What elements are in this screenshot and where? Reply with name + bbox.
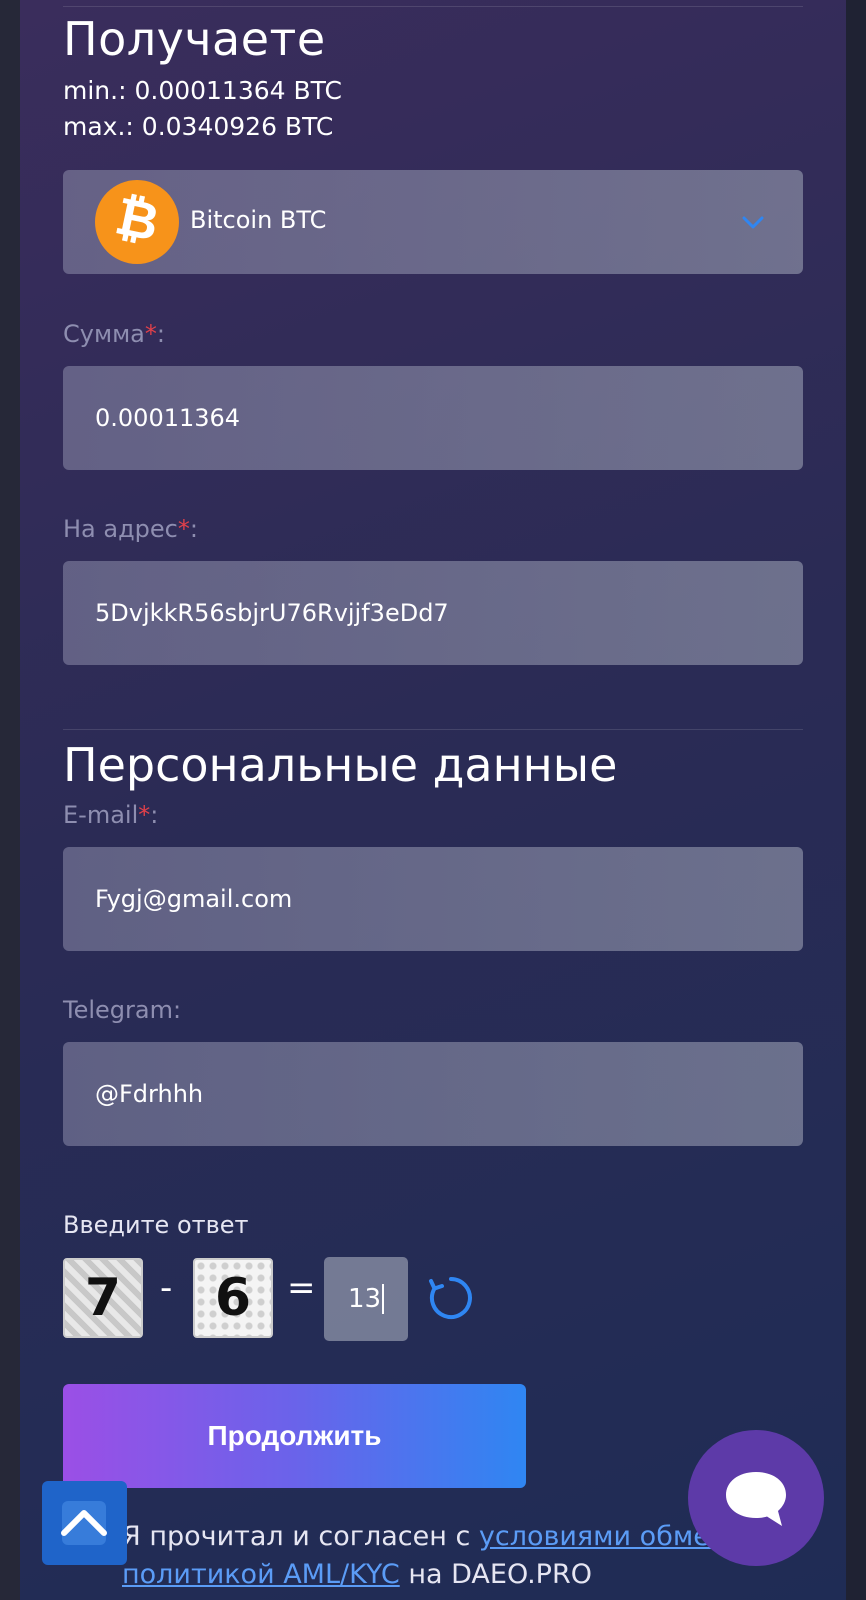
left-gutter — [0, 0, 20, 1600]
continue-button[interactable]: Продолжить — [63, 1384, 526, 1488]
telegram-label: Telegram: — [63, 996, 182, 1024]
coin-select[interactable]: ₿ Bitcoin BTC — [63, 170, 803, 274]
chat-bubble-icon — [726, 1472, 786, 1526]
personal-data-heading: Персональные данные — [63, 738, 618, 792]
captcha-answer-value: 13 — [347, 1284, 382, 1314]
captcha-label: Введите ответ — [63, 1211, 249, 1239]
agreement-text: Я прочитал и согласен с условиями обмена… — [122, 1521, 745, 1590]
coin-name: Bitcoin BTC — [190, 206, 327, 234]
top-divider — [63, 6, 803, 7]
text-caret — [382, 1284, 385, 1314]
bitcoin-icon: ₿ — [95, 180, 179, 264]
email-input[interactable]: Fygj@gmail.com — [63, 847, 803, 951]
telegram-value: @Fdrhhh — [95, 1080, 204, 1108]
max-limit: max.: 0.0340926 BTC — [63, 112, 334, 141]
email-value: Fygj@gmail.com — [95, 885, 293, 913]
min-limit: min.: 0.00011364 BTC — [63, 76, 342, 105]
address-input[interactable]: 5DvjkkR56sbjrU76Rvjjf3eDd7 — [63, 561, 803, 665]
amount-value: 0.00011364 — [95, 404, 241, 432]
captcha-operand-a: 7 — [63, 1258, 143, 1338]
address-label: На адрес*: — [63, 515, 198, 543]
captcha-answer-input[interactable]: 13 — [324, 1257, 408, 1341]
receive-heading: Получаете — [63, 12, 326, 66]
chevron-down-icon — [742, 216, 764, 229]
refresh-icon[interactable] — [428, 1275, 474, 1321]
aml-kyc-link[interactable]: политикой AML/KYC — [122, 1559, 400, 1590]
captcha-equals: = — [287, 1268, 316, 1308]
captcha-operator: - — [160, 1268, 173, 1308]
section-divider — [63, 729, 803, 730]
address-value: 5DvjkkR56sbjrU76Rvjjf3eDd7 — [95, 599, 449, 627]
telegram-input[interactable]: @Fdrhhh — [63, 1042, 803, 1146]
email-label: E-mail*: — [63, 801, 159, 829]
chevron-up-icon — [61, 1501, 107, 1545]
chat-button[interactable] — [688, 1430, 824, 1566]
amount-input[interactable]: 0.00011364 — [63, 366, 803, 470]
amount-label: Сумма*: — [63, 320, 165, 348]
right-gutter — [846, 0, 866, 1600]
scroll-top-button[interactable] — [42, 1481, 127, 1565]
captcha-operand-b: 6 — [193, 1258, 273, 1338]
